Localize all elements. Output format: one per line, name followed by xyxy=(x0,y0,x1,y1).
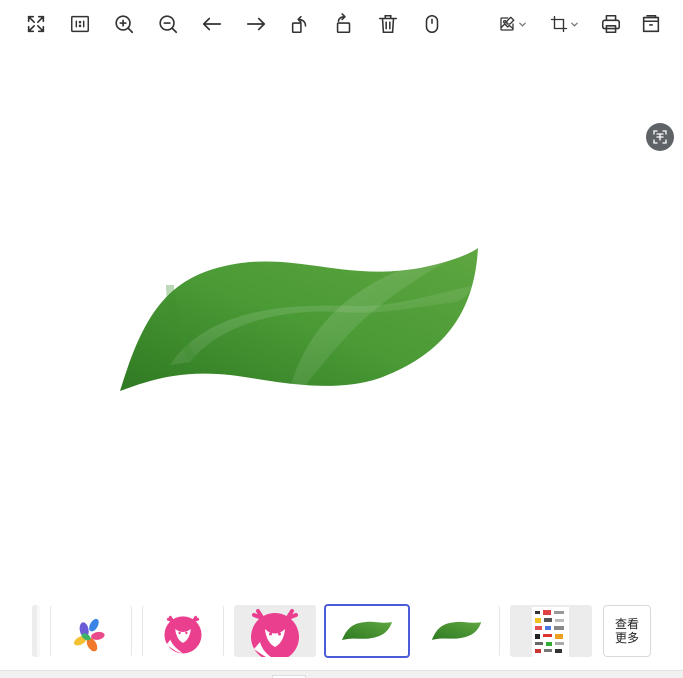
thumbnail-item-selected[interactable] xyxy=(324,604,410,658)
fullscreen-icon xyxy=(27,15,45,33)
mouse-mode-button[interactable] xyxy=(420,12,444,36)
print-icon xyxy=(601,14,621,34)
thumbnail-item[interactable] xyxy=(142,605,224,657)
pink-deer-logo-large xyxy=(251,609,299,657)
partial-image xyxy=(32,605,40,657)
open-folder-button[interactable] xyxy=(639,12,663,36)
crop-icon xyxy=(550,15,568,33)
arrow-left-icon xyxy=(202,17,222,31)
thumbnail-strip: 查看 更多 xyxy=(0,598,683,664)
chevron-down-icon xyxy=(519,22,526,27)
zoom-in-icon xyxy=(115,15,134,34)
thumbnail-item[interactable] xyxy=(234,605,316,657)
thumbnail-item[interactable] xyxy=(50,605,132,657)
print-button[interactable] xyxy=(599,12,623,36)
toolbar xyxy=(0,0,683,48)
image-edit-icon xyxy=(500,16,515,31)
trash-icon xyxy=(378,14,398,34)
pink-deer-logo xyxy=(164,615,202,654)
rotate-right-icon xyxy=(336,13,351,34)
document-collage-image xyxy=(532,607,569,657)
green-leaf-image xyxy=(431,621,482,640)
one-to-one-icon xyxy=(71,15,89,33)
green-leaf-image xyxy=(120,248,478,391)
text-recognition-icon xyxy=(653,130,667,144)
zoom-in-button[interactable] xyxy=(112,12,136,36)
image-viewer: 查看 更多 xyxy=(0,0,683,678)
previous-button[interactable] xyxy=(200,12,224,36)
image-edit-dropdown[interactable] xyxy=(498,13,527,35)
delete-button[interactable] xyxy=(376,12,400,36)
text-recognition-button[interactable] xyxy=(646,123,674,151)
chevron-down-icon xyxy=(571,22,578,27)
zoom-out-button[interactable] xyxy=(156,12,180,36)
green-leaf-image xyxy=(342,621,392,640)
fullscreen-button[interactable] xyxy=(24,12,48,36)
crop-dropdown[interactable] xyxy=(550,13,579,35)
arrow-right-icon xyxy=(246,17,266,31)
thumbnail-item[interactable] xyxy=(32,605,40,657)
original-size-button[interactable] xyxy=(68,12,92,36)
thumbnail-item[interactable] xyxy=(510,605,592,657)
rotate-left-button[interactable] xyxy=(288,12,312,36)
zoom-out-icon xyxy=(159,15,178,34)
view-more-button[interactable]: 查看 更多 xyxy=(603,605,651,657)
bottom-bar xyxy=(0,670,683,678)
colorful-pinwheel-logo xyxy=(74,618,105,652)
mouse-icon xyxy=(425,14,439,34)
next-button[interactable] xyxy=(244,12,268,36)
rotate-left-icon xyxy=(291,15,307,34)
folder-icon xyxy=(642,14,660,33)
thumbnail-item[interactable] xyxy=(418,605,500,657)
rotate-right-button[interactable] xyxy=(332,12,356,36)
main-image xyxy=(110,240,490,400)
